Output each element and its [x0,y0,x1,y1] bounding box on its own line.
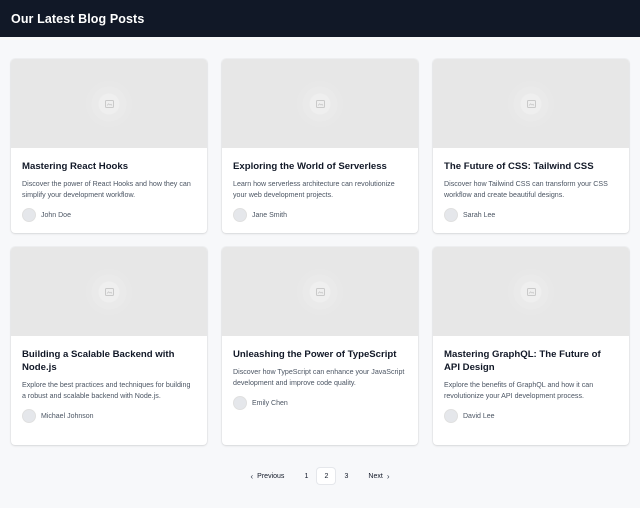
image-placeholder-icon [526,99,536,108]
page-button-2[interactable]: 2 [317,468,336,484]
post-author: Emily Chen [233,396,407,410]
blog-post-card[interactable]: Mastering React Hooks Discover the power… [11,59,207,233]
blog-post-card[interactable]: The Future of CSS: Tailwind CSS Discover… [433,59,629,233]
post-description: Explore the best practices and technique… [22,381,191,400]
pagination: ‹ Previous 1 2 3 Next › [0,468,640,484]
post-thumbnail [222,247,418,336]
post-thumbnail [11,59,207,148]
post-description: Discover how TypeScript can enhance your… [233,368,405,387]
top-bar: Our Latest Blog Posts [0,0,640,37]
page-button-3[interactable]: 3 [337,468,355,484]
author-name: Sarah Lee [463,211,496,219]
author-name: John Doe [41,211,71,219]
post-title[interactable]: Building a Scalable Backend with Node.js [22,348,196,374]
image-placeholder-icon [104,99,114,108]
post-author: Jane Smith [233,208,407,222]
author-name: David Lee [463,412,495,420]
post-title[interactable]: The Future of CSS: Tailwind CSS [444,160,618,173]
blog-post-grid: Mastering React Hooks Discover the power… [11,59,629,445]
post-description: Explore the benefits of GraphQL and how … [444,381,594,400]
chevron-left-icon: ‹ [250,471,254,481]
avatar [444,208,458,222]
avatar [22,208,36,222]
page-button-1[interactable]: 1 [297,468,315,484]
post-author: Sarah Lee [444,208,618,222]
previous-label: Previous [257,472,285,480]
blog-post-card[interactable]: Exploring the World of Serverless Learn … [222,59,418,233]
post-title[interactable]: Exploring the World of Serverless [233,160,407,173]
post-description: Discover how Tailwind CSS can transform … [444,180,608,199]
post-thumbnail [11,247,207,336]
author-name: Jane Smith [252,211,288,219]
post-thumbnail [433,59,629,148]
page-title: Our Latest Blog Posts [11,11,145,26]
avatar [233,396,247,410]
post-thumbnail [222,59,418,148]
next-label: Next [368,472,383,480]
image-placeholder-icon [104,287,114,296]
post-thumbnail [433,247,629,336]
post-author: Michael Johnson [22,409,196,423]
image-placeholder-icon [526,287,536,296]
author-name: Emily Chen [252,399,288,407]
image-placeholder-icon [315,99,325,108]
post-author: John Doe [22,208,196,222]
blog-post-card[interactable]: Unleashing the Power of TypeScript Disco… [222,247,418,445]
avatar [22,409,36,423]
post-title[interactable]: Mastering React Hooks [22,160,196,173]
image-placeholder-icon [315,287,325,296]
post-title[interactable]: Unleashing the Power of TypeScript [233,348,407,361]
avatar [233,208,247,222]
next-page-button[interactable]: Next › [362,468,395,484]
previous-page-button[interactable]: ‹ Previous [245,468,291,484]
author-name: Michael Johnson [41,412,94,420]
blog-post-card[interactable]: Building a Scalable Backend with Node.js… [11,247,207,445]
post-author: David Lee [444,409,618,423]
post-title[interactable]: Mastering GraphQL: The Future of API Des… [444,348,618,374]
blog-post-card[interactable]: Mastering GraphQL: The Future of API Des… [433,247,629,445]
chevron-right-icon: › [386,471,390,481]
post-description: Discover the power of React Hooks and ho… [22,180,191,199]
post-description: Learn how serverless architecture can re… [233,180,395,199]
avatar [444,409,458,423]
